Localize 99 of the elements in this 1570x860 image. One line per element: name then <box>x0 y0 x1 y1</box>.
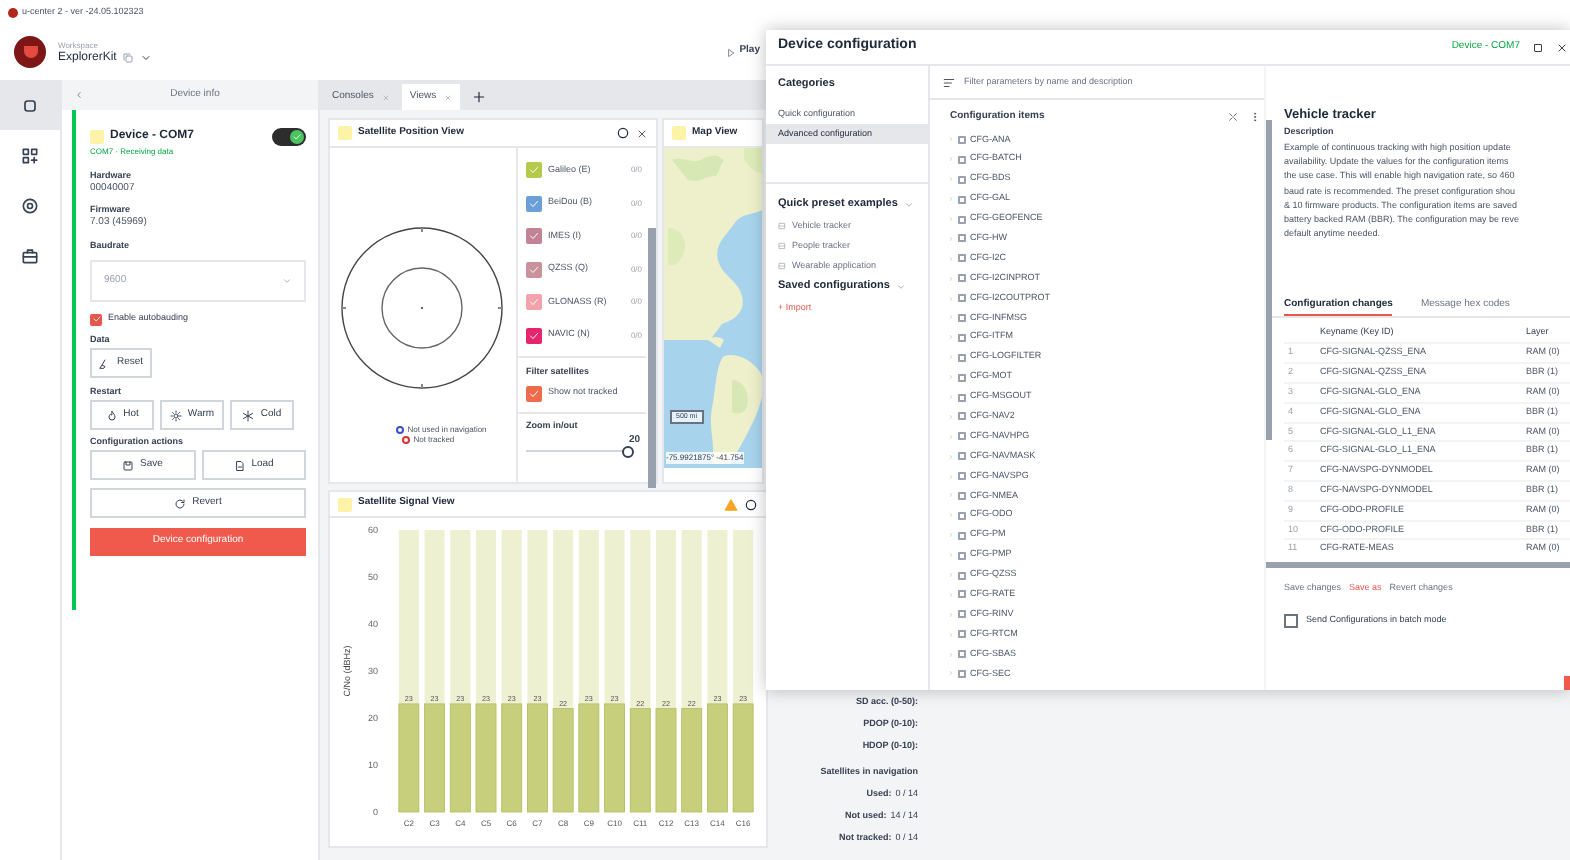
checkbox[interactable] <box>958 254 966 263</box>
checkbox[interactable] <box>958 432 966 441</box>
back-icon <box>74 90 84 100</box>
checkbox[interactable] <box>958 135 966 144</box>
checkbox[interactable] <box>958 491 966 500</box>
undo-icon <box>174 497 187 509</box>
toolbox-icon <box>20 245 40 265</box>
checkbox[interactable] <box>526 385 542 402</box>
bar <box>578 703 600 813</box>
collapse-icon <box>1228 112 1238 122</box>
checkbox[interactable] <box>958 551 966 560</box>
checkbox[interactable] <box>526 162 542 179</box>
check-icon <box>91 314 101 324</box>
bar <box>449 703 471 813</box>
close-icon <box>636 127 648 139</box>
device-icon <box>90 130 104 144</box>
checkbox[interactable] <box>958 571 966 580</box>
scrollbar[interactable] <box>648 228 656 488</box>
refresh-icon <box>616 126 630 140</box>
plus-icon <box>472 90 487 104</box>
checkbox[interactable] <box>526 195 542 212</box>
app-icon <box>8 7 18 17</box>
checkbox[interactable] <box>958 452 966 461</box>
checkbox[interactable] <box>958 511 966 520</box>
checkbox[interactable] <box>958 650 966 659</box>
snowflake-icon <box>242 409 255 421</box>
refresh-icon <box>744 497 758 511</box>
chevron-down-icon <box>282 276 292 286</box>
zoom-slider[interactable] <box>526 445 632 457</box>
preset-icon <box>778 222 786 230</box>
check-icon <box>528 230 540 243</box>
checkbox[interactable] <box>526 228 542 245</box>
check-icon <box>528 329 540 342</box>
bar <box>732 703 754 813</box>
checkbox[interactable] <box>958 531 966 540</box>
bar <box>424 703 445 813</box>
bar <box>629 708 651 813</box>
bar <box>475 703 497 813</box>
save-icon <box>122 459 135 471</box>
checkbox[interactable] <box>958 373 966 382</box>
bar <box>501 703 523 813</box>
check-icon <box>292 132 302 142</box>
checkbox[interactable] <box>526 327 542 344</box>
checkbox[interactable] <box>1284 613 1298 628</box>
more-icon <box>1250 112 1260 122</box>
checkbox[interactable] <box>958 630 966 639</box>
sun-icon <box>169 409 182 421</box>
bar <box>527 703 548 813</box>
check-icon <box>528 296 540 309</box>
toggle-switch[interactable] <box>272 128 306 146</box>
close-icon <box>1556 41 1568 53</box>
check-icon <box>528 263 540 276</box>
checkbox[interactable] <box>958 175 966 184</box>
slider-thumb[interactable] <box>622 445 634 457</box>
bar <box>552 708 574 813</box>
bar <box>604 703 625 813</box>
checkbox[interactable] <box>958 333 966 342</box>
checkbox[interactable] <box>526 294 542 311</box>
check-icon <box>528 197 540 210</box>
checkbox[interactable] <box>958 195 966 204</box>
chevron-down-icon <box>140 51 153 63</box>
play-icon <box>725 47 736 57</box>
file-icon <box>233 459 246 471</box>
bar <box>655 708 677 813</box>
checkbox[interactable] <box>526 261 542 278</box>
bar <box>398 703 420 813</box>
scrollbar[interactable] <box>1266 562 1570 569</box>
checkbox[interactable] <box>958 353 966 362</box>
preset-icon <box>778 262 786 270</box>
checkbox[interactable] <box>958 215 966 223</box>
maximize-icon <box>1532 41 1544 53</box>
checkbox[interactable] <box>958 313 966 322</box>
view-icon <box>672 126 686 140</box>
scrollbar[interactable] <box>1266 120 1272 440</box>
checkbox[interactable] <box>958 610 966 619</box>
app-logo <box>14 36 46 68</box>
bar <box>707 703 728 813</box>
apps-icon <box>20 145 40 165</box>
check-icon <box>528 387 540 400</box>
filter-icon <box>942 75 956 89</box>
checkbox[interactable] <box>958 274 966 283</box>
checkbox[interactable] <box>958 234 966 243</box>
checkbox[interactable] <box>958 412 966 421</box>
preset-icon <box>778 242 786 250</box>
checkbox[interactable] <box>958 294 966 303</box>
checkbox[interactable] <box>958 155 966 164</box>
checkbox[interactable] <box>958 590 966 599</box>
checkbox[interactable] <box>958 669 966 678</box>
warning-icon <box>724 497 738 511</box>
view-icon <box>338 126 352 140</box>
chevron-down-icon <box>895 282 906 292</box>
copy-icon <box>122 51 135 63</box>
target-icon <box>20 195 40 215</box>
checkbox[interactable] <box>958 393 966 402</box>
view-icon <box>338 497 352 511</box>
check-icon <box>528 164 540 177</box>
bar <box>681 708 703 813</box>
checkbox[interactable] <box>958 472 966 481</box>
chevron-down-icon <box>903 200 914 210</box>
